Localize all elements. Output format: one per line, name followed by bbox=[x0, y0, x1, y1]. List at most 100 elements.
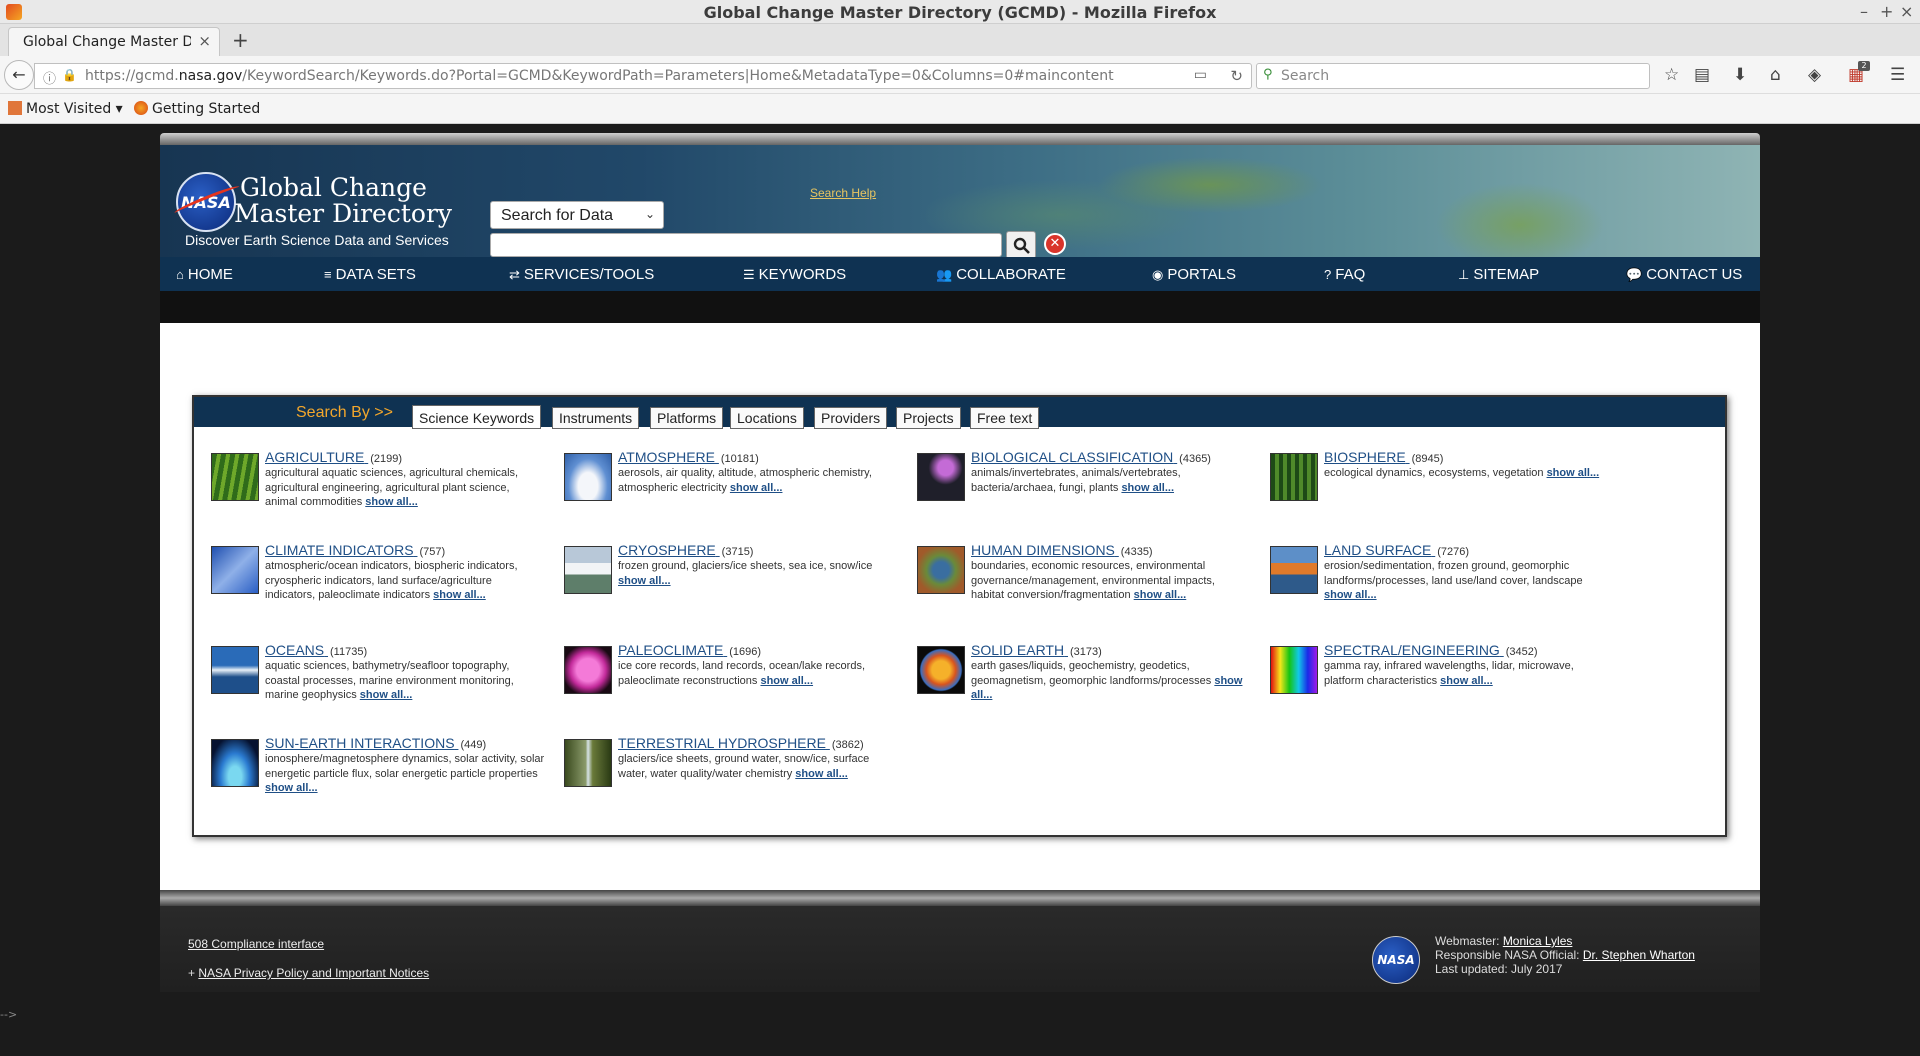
list-icon: ☰ bbox=[743, 267, 755, 282]
keyword-description: aquatic sciences, bathymetry/seafloor to… bbox=[265, 660, 514, 701]
show-all-link[interactable]: show all... bbox=[1121, 482, 1174, 494]
keyword-link[interactable]: OCEANS (11735) bbox=[265, 642, 367, 658]
privacy-link[interactable]: + NASA Privacy Policy and Important Noti… bbox=[188, 966, 429, 980]
terrestrial-hydrosphere-thumbnail[interactable] bbox=[564, 739, 612, 787]
human-dimensions-thumbnail[interactable] bbox=[917, 546, 965, 594]
nav-contact-us[interactable]: 💬 CONTACT US bbox=[1626, 266, 1742, 283]
nav-collaborate[interactable]: 👥 COLLABORATE bbox=[936, 266, 1066, 283]
nav-keywords[interactable]: ☰ KEYWORDS bbox=[743, 266, 846, 283]
keyword-link[interactable]: PALEOCLIMATE (1696) bbox=[618, 642, 761, 658]
browser-tab[interactable]: Global Change Master Dir × bbox=[8, 27, 220, 56]
keyword-link[interactable]: SUN-EARTH INTERACTIONS (449) bbox=[265, 735, 486, 751]
keyword-description: erosion/sedimentation, frozen ground, ge… bbox=[1324, 560, 1583, 601]
show-all-link[interactable]: show all... bbox=[365, 496, 418, 508]
tab-providers[interactable]: Providers bbox=[814, 407, 888, 429]
tab-locations[interactable]: Locations bbox=[730, 407, 804, 429]
maximize-icon[interactable]: + bbox=[1880, 2, 1893, 21]
webmaster-link[interactable]: Monica Lyles bbox=[1503, 934, 1573, 948]
agriculture-thumbnail[interactable] bbox=[211, 453, 259, 501]
search-help-link[interactable]: Search Help bbox=[810, 186, 876, 200]
keyword-link[interactable]: CLIMATE INDICATORS (757) bbox=[265, 542, 445, 558]
nav-portals[interactable]: ◉ PORTALS bbox=[1152, 266, 1236, 283]
reader-view-icon[interactable]: ▭ bbox=[1194, 67, 1207, 83]
search-engine-icon[interactable]: ⚲ bbox=[1263, 67, 1273, 82]
show-all-link[interactable]: show all... bbox=[618, 575, 671, 587]
show-all-link[interactable]: show all... bbox=[730, 482, 783, 494]
lock-icon[interactable]: 🔒 bbox=[62, 68, 77, 82]
getting-started-bookmark[interactable]: Getting Started bbox=[134, 101, 260, 117]
spectral-engineering-thumbnail[interactable] bbox=[1270, 646, 1318, 694]
brand-title-line1[interactable]: Global Change bbox=[240, 173, 427, 202]
footer-nasa-logo[interactable]: NASA bbox=[1372, 936, 1420, 984]
search-button[interactable] bbox=[1006, 231, 1036, 259]
nav-services-tools[interactable]: ⇄ SERVICES/TOOLS bbox=[509, 266, 654, 283]
pocket-icon[interactable]: ◈ bbox=[1808, 65, 1821, 85]
keyword-link[interactable]: SPECTRAL/ENGINEERING (3452) bbox=[1324, 642, 1538, 658]
info-icon[interactable]: ⓘ bbox=[43, 68, 56, 87]
close-tab-icon[interactable]: × bbox=[198, 32, 211, 50]
keyword-description: atmospheric/ocean indicators, biospheric… bbox=[265, 560, 518, 601]
keyword-link[interactable]: AGRICULTURE (2199) bbox=[265, 449, 402, 465]
show-all-link[interactable]: show all... bbox=[1440, 675, 1493, 687]
official-link[interactable]: Dr. Stephen Wharton bbox=[1583, 948, 1695, 962]
show-all-link[interactable]: show all... bbox=[265, 782, 318, 794]
atmosphere-thumbnail[interactable] bbox=[564, 453, 612, 501]
folder-icon bbox=[8, 101, 22, 115]
nav-home[interactable]: ⌂ HOME bbox=[176, 266, 233, 283]
tab-science-keywords[interactable]: Science Keywords bbox=[412, 405, 542, 429]
keyword-link[interactable]: ATMOSPHERE (10181) bbox=[618, 449, 759, 465]
keyword-link[interactable]: CRYOSPHERE (3715) bbox=[618, 542, 753, 558]
search-type-select[interactable]: Search for Data ⌄ bbox=[490, 201, 664, 229]
brand-title-line2[interactable]: Master Directory bbox=[234, 199, 452, 228]
menu-icon[interactable]: ☰ bbox=[1890, 65, 1905, 85]
keyword-link[interactable]: HUMAN DIMENSIONS (4335) bbox=[971, 542, 1153, 558]
nav-sitemap[interactable]: ⊥ SITEMAP bbox=[1458, 266, 1539, 283]
close-window-icon[interactable]: × bbox=[1900, 2, 1913, 21]
paleoclimate-thumbnail[interactable] bbox=[564, 646, 612, 694]
keyword-link[interactable]: BIOLOGICAL CLASSIFICATION (4365) bbox=[971, 449, 1211, 465]
show-all-link[interactable]: show all... bbox=[760, 675, 813, 687]
keyword-link[interactable]: SOLID EARTH (3173) bbox=[971, 642, 1102, 658]
show-all-link[interactable]: show all... bbox=[795, 768, 848, 780]
biosphere-thumbnail[interactable] bbox=[1270, 453, 1318, 501]
oceans-thumbnail[interactable] bbox=[211, 646, 259, 694]
nav-datasets[interactable]: ≡ DATA SETS bbox=[324, 266, 416, 283]
eye-icon: ◉ bbox=[1152, 267, 1164, 282]
home-icon[interactable]: ⌂ bbox=[1770, 65, 1781, 85]
climate-indicators-thumbnail[interactable] bbox=[211, 546, 259, 594]
bookmark-star-icon[interactable]: ☆ bbox=[1664, 65, 1679, 85]
biological-classification-thumbnail[interactable] bbox=[917, 453, 965, 501]
bookmarks-list-icon[interactable]: ▤ bbox=[1694, 65, 1710, 85]
minimize-icon[interactable]: – bbox=[1860, 2, 1868, 21]
show-all-link[interactable]: show all... bbox=[1134, 589, 1187, 601]
keyword-link[interactable]: LAND SURFACE (7276) bbox=[1324, 542, 1469, 558]
tab-instruments[interactable]: Instruments bbox=[552, 407, 640, 429]
show-all-link[interactable]: show all... bbox=[1547, 467, 1600, 479]
most-visited-bookmark[interactable]: Most Visited ▾ bbox=[8, 101, 123, 117]
show-all-link[interactable]: show all... bbox=[433, 589, 486, 601]
navigation-toolbar: ← ⓘ 🔒 https://gcmd.nasa.gov/KeywordSearc… bbox=[0, 56, 1920, 94]
clear-search-button[interactable]: ✕ bbox=[1044, 233, 1066, 255]
show-all-link[interactable]: show all... bbox=[360, 689, 413, 701]
compliance-link[interactable]: 508 Compliance interface bbox=[188, 937, 324, 951]
browser-search-input[interactable]: ⚲ Search bbox=[1256, 63, 1650, 89]
downloads-icon[interactable]: ⬇ bbox=[1733, 65, 1747, 85]
new-tab-icon[interactable]: + bbox=[232, 28, 249, 52]
back-button[interactable]: ← bbox=[4, 60, 34, 90]
sun-earth-interactions-thumbnail[interactable] bbox=[211, 739, 259, 787]
cryosphere-thumbnail[interactable] bbox=[564, 546, 612, 594]
data-search-input[interactable] bbox=[490, 233, 1002, 257]
home-icon: ⌂ bbox=[176, 267, 184, 282]
official-line: Responsible NASA Official: Dr. Stephen W… bbox=[1435, 948, 1695, 962]
land-surface-thumbnail[interactable] bbox=[1270, 546, 1318, 594]
solid-earth-thumbnail[interactable] bbox=[917, 646, 965, 694]
tab-free-text[interactable]: Free text bbox=[970, 407, 1040, 429]
reload-icon[interactable]: ↻ bbox=[1230, 67, 1243, 85]
url-bar[interactable]: ⓘ 🔒 https://gcmd.nasa.gov/KeywordSearch/… bbox=[34, 63, 1252, 89]
keyword-link[interactable]: TERRESTRIAL HYDROSPHERE (3862) bbox=[618, 735, 864, 751]
tab-projects[interactable]: Projects bbox=[896, 407, 961, 429]
keyword-link[interactable]: BIOSPHERE (8945) bbox=[1324, 449, 1443, 465]
show-all-link[interactable]: show all... bbox=[1324, 589, 1377, 601]
tab-platforms[interactable]: Platforms bbox=[650, 407, 724, 429]
nav-faq[interactable]: ? FAQ bbox=[1324, 266, 1365, 283]
